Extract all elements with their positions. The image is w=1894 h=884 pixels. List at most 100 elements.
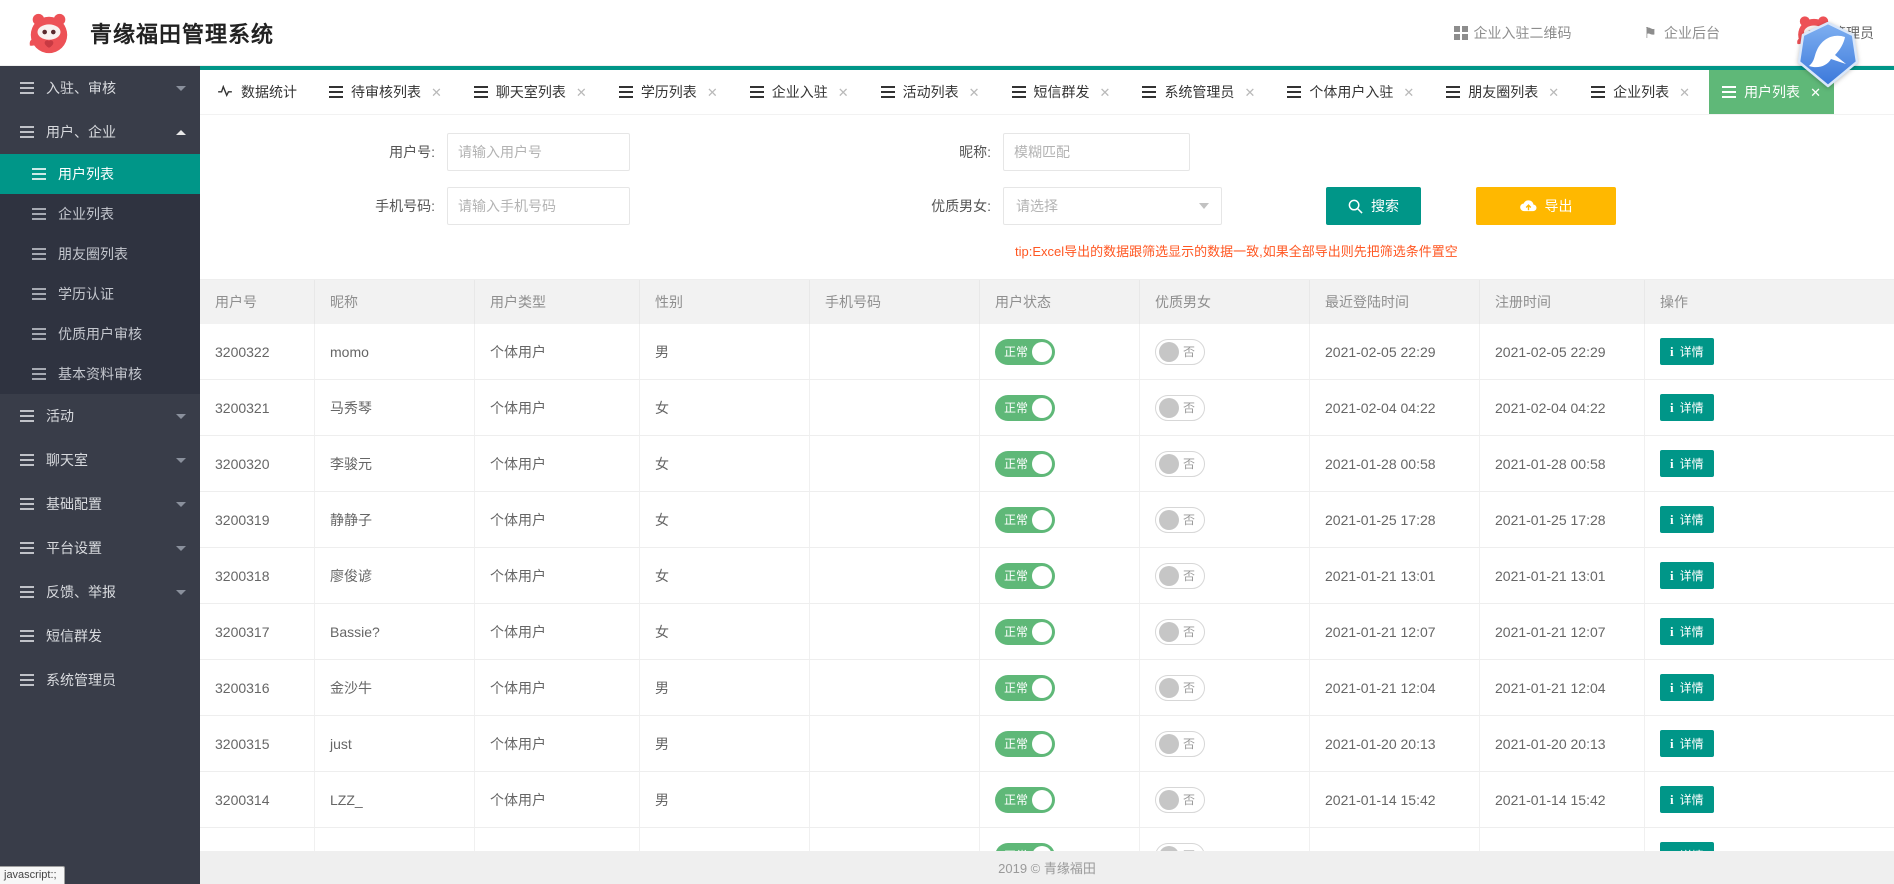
sidebar: 入驻、审核 用户、企业 用户列表 企业列表 朋友圈列表 学历认证 优质用户审核 … [0,66,200,884]
sidebar-item[interactable]: 短信群发 [0,614,200,658]
premium-toggle[interactable]: 否 [1155,395,1205,421]
status-toggle[interactable]: 正常 [995,675,1055,701]
sidebar-subitem[interactable]: 基本资料审核 [0,354,200,394]
tab[interactable]: 待审核列表 ✕ [316,70,455,114]
detail-button[interactable]: i 详情 [1660,450,1714,477]
tab[interactable]: 朋友圈列表 ✕ [1433,70,1572,114]
detail-button[interactable]: i 详情 [1660,338,1714,365]
page-title: 青缘福田管理系统 [90,17,274,49]
close-icon[interactable]: ✕ [1244,86,1255,99]
detail-button[interactable]: i 详情 [1660,730,1714,757]
tab[interactable]: 短信群发 ✕ [999,70,1124,114]
close-icon[interactable]: ✕ [838,86,849,99]
tab[interactable]: 学历列表 ✕ [606,70,731,114]
premium-toggle[interactable]: 否 [1155,339,1205,365]
close-icon[interactable]: ✕ [1100,86,1111,99]
status-toggle[interactable]: 正常 [995,787,1055,813]
cell-last-login: 2021-01-14 15:42 [1310,772,1480,827]
status-toggle[interactable]: 正常 [995,339,1055,365]
cloud-upload-icon [1520,199,1537,213]
cell-registered: 2021-02-04 04:22 [1480,380,1645,435]
cell-gender: 女 [640,604,810,659]
premium-toggle[interactable]: 否 [1155,731,1205,757]
sidebar-subitem[interactable]: 优质用户审核 [0,314,200,354]
premium-toggle[interactable]: 否 [1155,843,1205,852]
tab[interactable]: 聊天室列表 ✕ [461,70,600,114]
tab[interactable]: 企业入驻 ✕ [737,70,862,114]
content-area: 数据统计 待审核列表 ✕ 聊天室列表 ✕ 学历列表 ✕ 企业入驻 ✕ 活动列表 … [200,66,1894,884]
table-row: 3200321 马秀琴 个体用户 女 正常 否 2021-02-04 04:22… [200,380,1894,436]
detail-button[interactable]: i 详情 [1660,618,1714,645]
sidebar-subitem[interactable]: 学历认证 [0,274,200,314]
close-icon[interactable]: ✕ [969,86,980,99]
cell-gender [640,828,810,851]
detail-button[interactable]: i 详情 [1660,674,1714,701]
caret-icon [176,502,186,507]
cell-premium: 否 [1140,828,1310,851]
detail-button[interactable]: i 详情 [1660,394,1714,421]
tab[interactable]: 系统管理员 ✕ [1129,70,1268,114]
list-icon [20,498,34,510]
bird-overlay-icon[interactable] [1796,22,1860,88]
sidebar-subitem[interactable]: 企业列表 [0,194,200,234]
table-row: 3200320 李骏元 个体用户 女 正常 否 2021-01-28 00:58… [200,436,1894,492]
table-row: 3200315 just 个体用户 男 正常 否 2021-01-20 20:1… [200,716,1894,772]
status-toggle[interactable]: 正常 [995,451,1055,477]
export-button[interactable]: 导出 [1476,187,1616,225]
close-icon[interactable]: ✕ [1403,86,1414,99]
cell-actions: i 详情 [1645,772,1894,827]
phone-input[interactable] [447,187,630,225]
sidebar-item[interactable]: 活动 [0,394,200,438]
list-icon [1446,86,1460,98]
status-toggle[interactable]: 正常 [995,563,1055,589]
close-icon[interactable]: ✕ [431,86,442,99]
close-icon[interactable]: ✕ [576,86,587,99]
sidebar-subitem[interactable]: 用户列表 [0,154,200,194]
premium-select[interactable]: 请选择 [1003,187,1222,225]
detail-button[interactable]: i 详情 [1660,786,1714,813]
table-row: 3200319 静静子 个体用户 女 正常 否 2021-01-25 17:28… [200,492,1894,548]
sidebar-item[interactable]: 反馈、举报 [0,570,200,614]
premium-toggle[interactable]: 否 [1155,787,1205,813]
premium-toggle[interactable]: 否 [1155,507,1205,533]
sidebar-item[interactable]: 用户、企业 [0,110,200,154]
cell-status: 正常 [980,436,1140,491]
cell-nickname: 马秀琴 [315,380,475,435]
status-toggle[interactable]: 正常 [995,843,1055,852]
user-id-input[interactable] [447,133,630,171]
premium-toggle[interactable]: 否 [1155,563,1205,589]
caret-icon [176,130,186,135]
premium-toggle[interactable]: 否 [1155,619,1205,645]
search-button[interactable]: 搜索 [1326,187,1421,225]
detail-button[interactable]: i 详情 [1660,506,1714,533]
close-icon[interactable]: ✕ [707,86,718,99]
nickname-input[interactable] [1003,133,1190,171]
sidebar-item[interactable]: 入驻、审核 [0,66,200,110]
close-icon[interactable]: ✕ [1679,86,1690,99]
close-icon[interactable]: ✕ [1548,86,1559,99]
status-toggle[interactable]: 正常 [995,619,1055,645]
sidebar-subitem[interactable]: 朋友圈列表 [0,234,200,274]
premium-toggle[interactable]: 否 [1155,675,1205,701]
list-icon [32,328,46,340]
sidebar-menu: 入驻、审核 用户、企业 用户列表 企业列表 朋友圈列表 学历认证 优质用户审核 … [0,66,200,702]
status-toggle[interactable]: 正常 [995,731,1055,757]
tab[interactable]: 数据统计 [204,70,310,114]
sidebar-item[interactable]: 基础配置 [0,482,200,526]
premium-toggle[interactable]: 否 [1155,451,1205,477]
tab[interactable]: 个体用户入驻 ✕ [1274,70,1427,114]
tab[interactable]: 企业列表 ✕ [1578,70,1703,114]
list-icon [32,248,46,260]
enterprise-backend-link[interactable]: ⚑ 企业后台 [1644,23,1720,43]
status-toggle[interactable]: 正常 [995,395,1055,421]
detail-button[interactable]: i 详情 [1660,842,1714,851]
enterprise-qr-link[interactable]: 企业入驻二维码 [1454,23,1572,43]
sidebar-item[interactable]: 聊天室 [0,438,200,482]
sidebar-item[interactable]: 系统管理员 [0,658,200,702]
toggle-knob [1159,510,1179,530]
detail-button[interactable]: i 详情 [1660,562,1714,589]
tab[interactable]: 活动列表 ✕ [868,70,993,114]
cell-user-type: 个体用户 [475,772,640,827]
sidebar-item[interactable]: 平台设置 [0,526,200,570]
status-toggle[interactable]: 正常 [995,507,1055,533]
